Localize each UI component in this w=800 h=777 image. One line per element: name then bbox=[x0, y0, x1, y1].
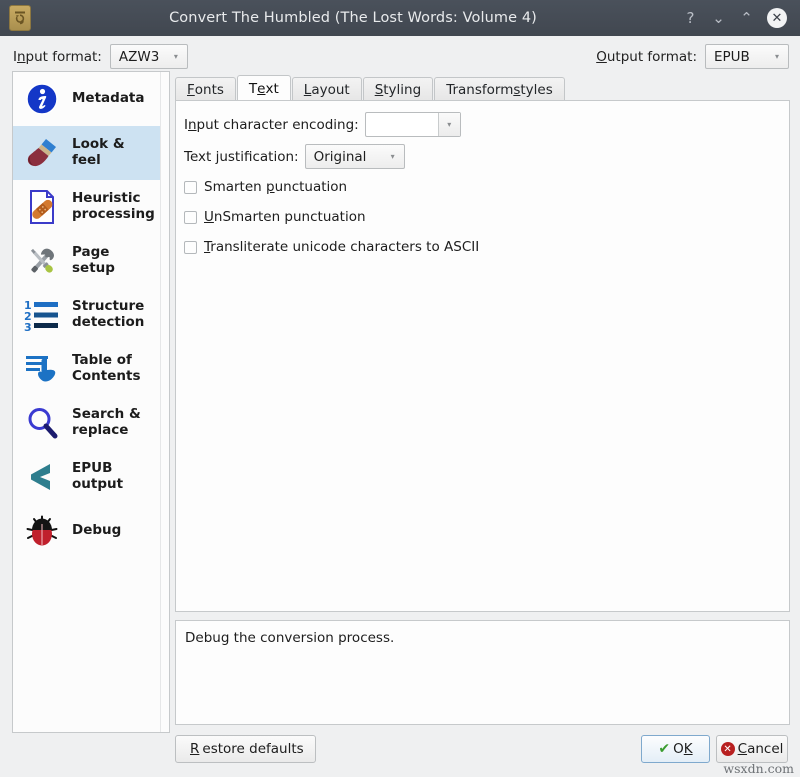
window-title: Convert The Humbled (The Lost Words: Vol… bbox=[31, 10, 683, 26]
justification-label: Text justification: bbox=[184, 149, 299, 165]
sidebar-item-label: Debug bbox=[72, 523, 121, 539]
justification-select[interactable]: Original ▾ bbox=[305, 144, 405, 169]
chevron-left-icon bbox=[21, 456, 63, 498]
input-format-group: Input format: AZW3 ▾ bbox=[13, 44, 188, 69]
sidebar-item-search-and-replace[interactable]: Search & replace bbox=[13, 396, 160, 450]
tab-bar[interactable]: Fonts Text Layout Styling Transform styl… bbox=[175, 76, 790, 101]
svg-text:3: 3 bbox=[24, 321, 32, 331]
checkbox-smarten-punctuation[interactable]: Smarten punctuation bbox=[184, 179, 347, 195]
wrench-screwdriver-icon bbox=[21, 240, 63, 282]
sidebar-item-label: Table of Contents bbox=[72, 353, 154, 384]
sidebar-item-label: Look & feel bbox=[72, 137, 154, 168]
info-icon bbox=[21, 78, 63, 120]
window-controls: ? ⌄ ⌃ ✕ bbox=[683, 8, 787, 28]
checkbox-label: Transliterate unicode characters to ASCI… bbox=[204, 239, 479, 255]
encoding-combobox[interactable]: ▾ bbox=[365, 112, 461, 137]
checkbox-box[interactable] bbox=[184, 241, 197, 254]
sidebar-item-table-of-contents[interactable]: Table of Contents bbox=[13, 342, 160, 396]
sidebar-item-epub-output[interactable]: EPUB output bbox=[13, 450, 160, 504]
tab-text[interactable]: Text bbox=[237, 75, 291, 101]
sidebar-scrollbar[interactable] bbox=[160, 72, 169, 732]
checkbox-label: Smarten punctuation bbox=[204, 179, 347, 195]
close-button[interactable]: ✕ bbox=[767, 8, 787, 28]
tab-styling[interactable]: Styling bbox=[363, 77, 434, 101]
sidebar-item-label: Page setup bbox=[72, 245, 154, 276]
output-format-group: Output format: EPUB ▾ bbox=[596, 44, 789, 69]
sidebar-item-label: Metadata bbox=[72, 91, 145, 107]
checkbox-box[interactable] bbox=[184, 181, 197, 194]
cancel-button-label: Cancel bbox=[738, 741, 784, 757]
toc-hand-icon bbox=[21, 348, 63, 390]
chevron-down-icon[interactable]: ▾ bbox=[438, 113, 460, 136]
ok-button-label: OK bbox=[673, 741, 693, 757]
minimize-button[interactable]: ⌄ bbox=[711, 11, 726, 26]
restore-defaults-button[interactable]: Restore defaults bbox=[175, 735, 316, 763]
magnifier-icon bbox=[21, 402, 63, 444]
sidebar[interactable]: Metadata Look & feel bbox=[12, 71, 170, 733]
sidebar-item-structure-detection[interactable]: 1 2 3 Structure detection bbox=[13, 288, 160, 342]
sidebar-item-look-and-feel[interactable]: Look & feel bbox=[13, 126, 160, 180]
chevron-down-icon: ▾ bbox=[169, 52, 187, 61]
input-format-select[interactable]: AZW3 ▾ bbox=[110, 44, 188, 69]
check-icon: ✔ bbox=[658, 741, 670, 757]
checkbox-transliterate-unicode[interactable]: Transliterate unicode characters to ASCI… bbox=[184, 239, 479, 255]
output-format-label: Output format: bbox=[596, 49, 697, 65]
justification-row: Text justification: Original ▾ bbox=[184, 144, 405, 169]
encoding-label: Input character encoding: bbox=[184, 117, 359, 133]
sidebar-item-page-setup[interactable]: Page setup bbox=[13, 234, 160, 288]
settings-panel: Input character encoding: ▾ Text justifi… bbox=[175, 100, 790, 612]
checkbox-unsmarten-punctuation[interactable]: UnSmarten punctuation bbox=[184, 209, 366, 225]
input-format-label: Input format: bbox=[13, 49, 102, 65]
checkbox-box[interactable] bbox=[184, 211, 197, 224]
tab-fonts[interactable]: Fonts bbox=[175, 77, 236, 101]
sidebar-item-metadata[interactable]: Metadata bbox=[13, 72, 160, 126]
sidebar-item-heuristic-processing[interactable]: Heuristic processing bbox=[13, 180, 160, 234]
maximize-button[interactable]: ⌃ bbox=[739, 11, 754, 26]
convert-icon bbox=[13, 10, 27, 26]
help-box: Debug the conversion process. bbox=[175, 620, 790, 725]
cancel-button[interactable]: ✕ Cancel bbox=[716, 735, 788, 763]
document-bandage-icon bbox=[21, 186, 63, 228]
watermark: wsxdn.com bbox=[723, 761, 794, 776]
format-bar: Input format: AZW3 ▾ Output format: EPUB… bbox=[0, 36, 800, 72]
sidebar-item-debug[interactable]: Debug bbox=[13, 504, 160, 558]
sidebar-item-label: Structure detection bbox=[72, 299, 154, 330]
justification-value: Original bbox=[314, 149, 386, 165]
sidebar-item-label: EPUB output bbox=[72, 461, 154, 492]
checkbox-label: UnSmarten punctuation bbox=[204, 209, 366, 225]
help-text: Debug the conversion process. bbox=[176, 621, 789, 646]
encoding-input[interactable] bbox=[366, 113, 438, 136]
numbered-list-icon: 1 2 3 bbox=[21, 294, 63, 336]
ok-button[interactable]: ✔ OK bbox=[641, 735, 710, 763]
tab-layout[interactable]: Layout bbox=[292, 77, 362, 101]
chevron-down-icon: ▾ bbox=[770, 52, 788, 61]
help-button[interactable]: ? bbox=[683, 11, 698, 26]
output-format-value: EPUB bbox=[714, 49, 770, 65]
tab-transform-styles[interactable]: Transform styles bbox=[434, 77, 565, 101]
ladybug-icon bbox=[21, 510, 63, 552]
app-icon[interactable] bbox=[9, 5, 31, 31]
chevron-down-icon: ▾ bbox=[386, 152, 404, 161]
titlebar[interactable]: Convert The Humbled (The Lost Words: Vol… bbox=[0, 0, 800, 36]
input-format-value: AZW3 bbox=[119, 49, 169, 65]
sidebar-item-label: Search & replace bbox=[72, 407, 154, 438]
sidebar-item-label: Heuristic processing bbox=[72, 191, 155, 222]
paintbrush-icon bbox=[21, 132, 63, 174]
encoding-row: Input character encoding: ▾ bbox=[184, 112, 461, 137]
error-x-icon: ✕ bbox=[721, 742, 735, 756]
output-format-select[interactable]: EPUB ▾ bbox=[705, 44, 789, 69]
